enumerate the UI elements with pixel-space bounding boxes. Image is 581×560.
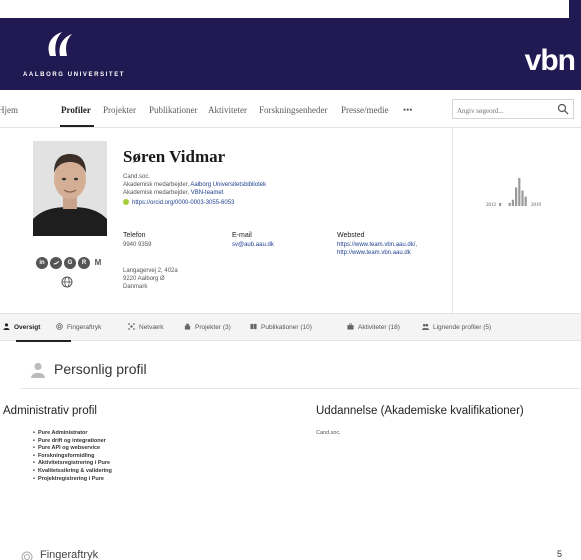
tab-publikationer[interactable]: Publikationer (10) bbox=[250, 323, 312, 331]
search-icon[interactable] bbox=[557, 103, 569, 115]
university-name: AALBORG UNIVERSITET bbox=[23, 72, 126, 78]
nav-item-forskningsenheder[interactable]: Forskningsenheder bbox=[259, 105, 328, 115]
twitter-icon[interactable] bbox=[50, 257, 62, 269]
tab-oversigt[interactable]: Oversigt bbox=[3, 323, 40, 331]
chart-x-start-label: 2012 bbox=[486, 203, 497, 208]
tab-label: Aktiviteter (18) bbox=[358, 324, 400, 331]
address-line-1: Langagervej 2, 402a bbox=[123, 268, 178, 274]
header-corner bbox=[569, 0, 581, 18]
nav-item-projekter[interactable]: Projekter bbox=[103, 105, 136, 115]
list-item: Pure API og webservice bbox=[33, 445, 112, 453]
nav-item-aktiviteter[interactable]: Aktiviteter bbox=[208, 105, 247, 115]
tab-label: Fingeraftryk bbox=[67, 324, 102, 331]
tab-label: Lignende profiler (5) bbox=[433, 324, 492, 331]
chart-canvas: 2012 2019 bbox=[486, 178, 542, 208]
nav-active-indicator bbox=[60, 125, 94, 127]
list-item: Aktivitetsregistrering i Pure bbox=[33, 460, 112, 468]
person-icon bbox=[31, 362, 45, 378]
vbn-brand[interactable]: vbn bbox=[525, 44, 576, 78]
chart-bar bbox=[511, 199, 514, 206]
profile-orcid: https://orcid.org/0000-0003-3055-6053 bbox=[123, 199, 234, 206]
chart-bar bbox=[518, 178, 521, 206]
tab-label: Oversigt bbox=[14, 324, 41, 331]
admin-profile-heading: Administrativ profil bbox=[3, 405, 97, 417]
orcid-icon bbox=[123, 199, 129, 205]
tab-label: Publikationer (10) bbox=[261, 324, 312, 331]
profile-name: Søren Vidmar bbox=[123, 147, 226, 166]
publication-chart[interactable]: 2012 2019 bbox=[452, 128, 581, 313]
address-line-2: 9220 Aalborg Ø bbox=[123, 276, 165, 282]
orcid-link[interactable]: https://orcid.org/0000-0003-3055-6053 bbox=[132, 200, 234, 206]
profile-degree: Cand.soc. bbox=[123, 174, 151, 180]
briefcase-icon bbox=[347, 323, 354, 330]
profile-role-2: Akademisk medarbejder, VBN-teamet bbox=[123, 190, 223, 196]
website-link-1[interactable]: https://www.team.vbn.aau.dk/, bbox=[337, 242, 417, 248]
chart-bar bbox=[524, 196, 527, 206]
tab-netvaerk[interactable]: Netværk bbox=[128, 323, 164, 331]
avatar bbox=[33, 141, 107, 236]
nav-item-profiler[interactable]: Profiler bbox=[61, 105, 91, 115]
chart-bar bbox=[521, 190, 524, 206]
profile-tabs: Oversigt Fingeraftryk Netværk Projekter … bbox=[0, 313, 581, 342]
globe-icon[interactable] bbox=[61, 276, 73, 288]
profile-role-1: Akademisk medarbejder, Aalborg Universit… bbox=[123, 182, 266, 188]
people-icon bbox=[422, 323, 429, 330]
tab-fingeraftryk[interactable]: Fingeraftryk bbox=[56, 323, 101, 331]
projects-icon bbox=[184, 323, 191, 330]
list-item: Pure drift og integrationer bbox=[33, 438, 112, 446]
role-1-org-link[interactable]: Aalborg Universitetsbibliotek bbox=[190, 182, 266, 188]
education-value: Cand.soc. bbox=[316, 430, 341, 436]
admin-profile-list: Pure Administrator Pure drift og integra… bbox=[33, 430, 112, 483]
address-line-3: Danmark bbox=[123, 284, 148, 290]
fingerprint-section-title: Fingeraftryk bbox=[40, 549, 99, 560]
tab-aktiviteter[interactable]: Aktiviteter (18) bbox=[347, 323, 400, 331]
chart-bar bbox=[499, 202, 502, 206]
nav-item-hjem[interactable]: Hjem bbox=[0, 105, 18, 115]
nav-item-publikationer[interactable]: Publikationer bbox=[149, 105, 198, 115]
fingerprint-icon bbox=[21, 551, 33, 560]
person-icon bbox=[3, 323, 10, 330]
list-item: Kvalitetssikring & validering bbox=[33, 468, 112, 476]
tab-label: Projekter (3) bbox=[195, 324, 231, 331]
phone-label: Telefon bbox=[123, 232, 146, 239]
list-item: Forskningsformidling bbox=[33, 453, 112, 461]
search-box[interactable] bbox=[452, 99, 574, 120]
list-item: Projektregistrering i Pure bbox=[33, 476, 112, 484]
website-link-2[interactable]: http://www.team.vbn.aau.dk bbox=[337, 250, 411, 256]
chart-bar bbox=[515, 187, 518, 206]
chart-bar bbox=[508, 202, 511, 206]
section-title: Personlig profil bbox=[54, 361, 147, 377]
book-icon bbox=[250, 323, 257, 330]
linkedin-icon[interactable]: in bbox=[36, 257, 48, 269]
tab-label: Netværk bbox=[139, 324, 164, 331]
email-link[interactable]: sv@aub.aau.dk bbox=[232, 242, 274, 248]
search-input[interactable] bbox=[453, 102, 553, 120]
tab-lignende-profiler[interactable]: Lignende profiler (5) bbox=[422, 323, 491, 331]
website-label: Websted bbox=[337, 232, 365, 239]
chart-x-end-label: 2019 bbox=[531, 203, 542, 208]
role-2-prefix: Akademisk medarbejder, bbox=[123, 190, 191, 196]
fingerprint-count: 5 bbox=[557, 549, 563, 559]
mendeley-icon[interactable]: M bbox=[92, 257, 104, 269]
phone-value: 9940 9359 bbox=[123, 242, 152, 248]
list-item: Pure Administrator bbox=[33, 430, 112, 438]
nav-item-presse[interactable]: Presse/medie bbox=[341, 105, 389, 115]
aau-logo-icon[interactable] bbox=[40, 30, 80, 58]
researchgate-icon[interactable]: R bbox=[78, 257, 90, 269]
role-2-org-link[interactable]: VBN-teamet bbox=[191, 190, 224, 196]
tab-projekter[interactable]: Projekter (3) bbox=[184, 323, 231, 331]
education-heading: Uddannelse (Akademiske kvalifikationer) bbox=[316, 405, 524, 417]
nav-more-button[interactable]: ••• bbox=[403, 105, 412, 115]
role-1-prefix: Akademisk medarbejder, bbox=[123, 182, 191, 188]
network-icon bbox=[128, 323, 135, 330]
site-header: AALBORG UNIVERSITET vbn bbox=[0, 0, 581, 90]
email-label: E-mail bbox=[232, 232, 252, 239]
section-divider bbox=[20, 388, 581, 389]
google-scholar-icon[interactable]: G bbox=[64, 257, 76, 269]
tab-active-indicator bbox=[16, 340, 71, 342]
fingerprint-icon bbox=[56, 323, 63, 330]
